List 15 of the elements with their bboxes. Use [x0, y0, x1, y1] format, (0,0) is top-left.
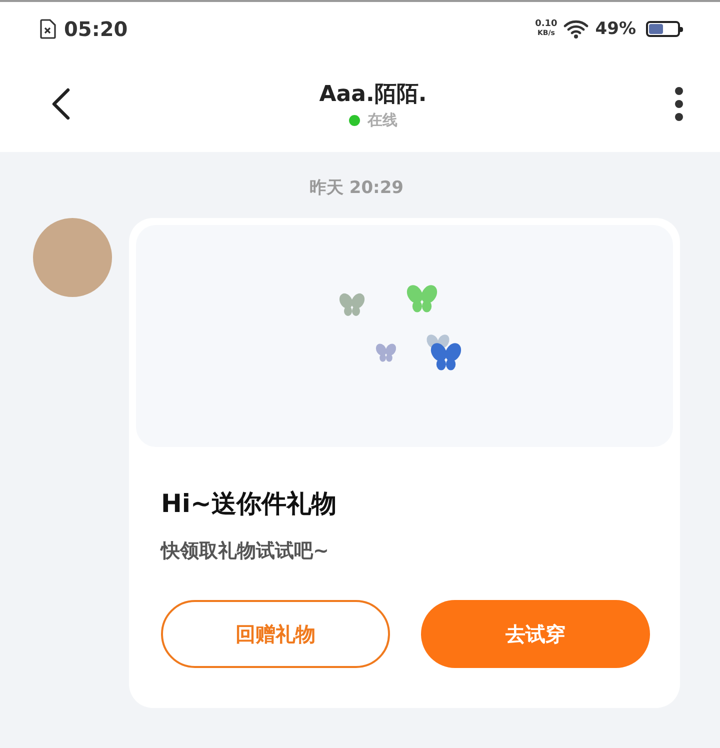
message-subtitle: 快领取礼物试试吧~	[161, 539, 330, 564]
contact-name: Aaa.陌陌.	[319, 80, 427, 108]
message-timestamp: 昨天 20:29	[309, 177, 404, 199]
message-title: Hi~送你件礼物	[161, 488, 338, 520]
online-status: 在线	[368, 110, 398, 130]
network-speed: 0.10	[535, 20, 558, 29]
battery-percentage: 49%	[595, 19, 636, 39]
clock-time: 05:20	[64, 17, 128, 41]
wifi-icon	[563, 19, 590, 39]
battery-icon	[646, 21, 680, 37]
try-on-button[interactable]: 去试穿	[421, 600, 650, 668]
more-icon	[674, 86, 684, 122]
more-menu-button[interactable]	[674, 86, 684, 122]
sim-card-icon	[40, 19, 56, 39]
return-gift-button[interactable]: 回赠礼物	[161, 600, 390, 668]
